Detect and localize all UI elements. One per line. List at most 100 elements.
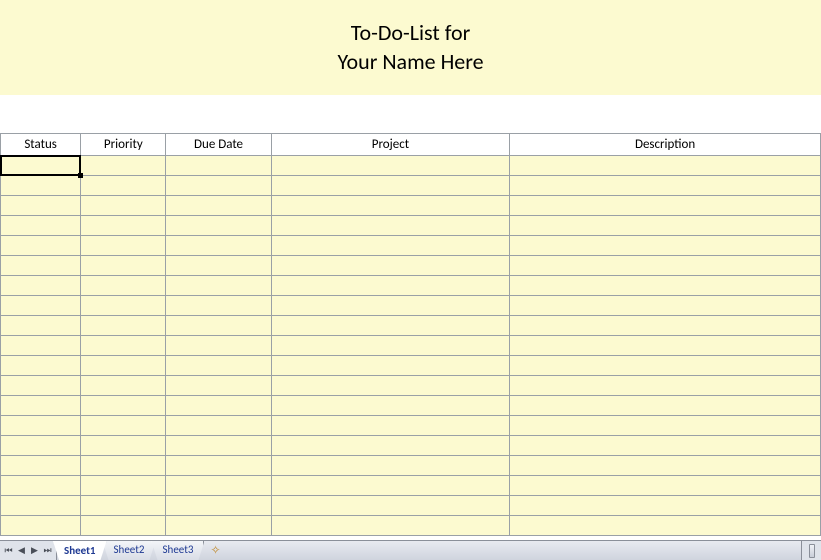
cell-duedate[interactable] [166, 296, 271, 316]
cell-description[interactable] [510, 236, 821, 256]
cell-description[interactable] [510, 456, 821, 476]
cell-project[interactable] [271, 296, 510, 316]
cell-project[interactable] [271, 196, 510, 216]
cell-duedate[interactable] [166, 276, 271, 296]
cell-project[interactable] [271, 496, 510, 516]
tab-sheet1[interactable]: Sheet1 [53, 541, 107, 560]
cell-project[interactable] [271, 456, 510, 476]
cell-priority[interactable] [81, 516, 166, 536]
cell-project[interactable] [271, 256, 510, 276]
col-header-description[interactable]: Description [510, 134, 821, 156]
nav-last-icon[interactable]: ⏭ [41, 542, 54, 560]
cell-project[interactable] [271, 336, 510, 356]
cell-description[interactable] [510, 356, 821, 376]
cell-description[interactable] [510, 376, 821, 396]
nav-prev-icon[interactable]: ◀ [15, 542, 28, 560]
cell-description[interactable] [510, 296, 821, 316]
cell-description[interactable] [510, 396, 821, 416]
scroll-thumb[interactable] [809, 544, 815, 558]
cell-priority[interactable] [81, 376, 166, 396]
cell-priority[interactable] [81, 396, 166, 416]
cell-duedate[interactable] [166, 356, 271, 376]
cell-project[interactable] [271, 236, 510, 256]
cell-project[interactable] [271, 396, 510, 416]
cell-priority[interactable] [81, 476, 166, 496]
cell-priority[interactable] [81, 436, 166, 456]
cell-duedate[interactable] [166, 176, 271, 196]
col-header-status[interactable]: Status [1, 134, 81, 156]
cell-description[interactable] [510, 416, 821, 436]
cell-duedate[interactable] [166, 416, 271, 436]
cell-status[interactable] [1, 256, 81, 276]
cell-description[interactable] [510, 216, 821, 236]
cell-priority[interactable] [81, 356, 166, 376]
tab-sheet2[interactable]: Sheet2 [103, 541, 156, 560]
cell-status[interactable] [1, 476, 81, 496]
cell-project[interactable] [271, 276, 510, 296]
cell-project[interactable] [271, 316, 510, 336]
cell-duedate[interactable] [166, 516, 271, 536]
cell-priority[interactable] [81, 236, 166, 256]
cell-status[interactable] [1, 176, 81, 196]
cell-status[interactable] [1, 276, 81, 296]
cell-status[interactable] [1, 436, 81, 456]
cell-description[interactable] [510, 516, 821, 536]
cell-duedate[interactable] [166, 316, 271, 336]
cell-description[interactable] [510, 436, 821, 456]
cell-duedate[interactable] [166, 376, 271, 396]
cell-project[interactable] [271, 176, 510, 196]
cell-description[interactable] [510, 316, 821, 336]
cell-duedate[interactable] [166, 156, 271, 176]
cell-status[interactable] [1, 376, 81, 396]
cell-duedate[interactable] [166, 336, 271, 356]
cell-status[interactable] [1, 196, 81, 216]
cell-duedate[interactable] [166, 216, 271, 236]
cell-priority[interactable] [81, 196, 166, 216]
cell-status[interactable] [1, 416, 81, 436]
col-header-priority[interactable]: Priority [81, 134, 166, 156]
cell-description[interactable] [510, 256, 821, 276]
cell-status[interactable] [1, 356, 81, 376]
cell-priority[interactable] [81, 416, 166, 436]
cell-status[interactable] [1, 156, 81, 176]
cell-description[interactable] [510, 336, 821, 356]
cell-priority[interactable] [81, 156, 166, 176]
cell-duedate[interactable] [166, 436, 271, 456]
cell-status[interactable] [1, 316, 81, 336]
cell-description[interactable] [510, 496, 821, 516]
cell-duedate[interactable] [166, 396, 271, 416]
horizontal-scroll[interactable] [801, 541, 821, 560]
cell-priority[interactable] [81, 336, 166, 356]
new-sheet-icon[interactable]: ✧ [206, 541, 224, 560]
cell-project[interactable] [271, 216, 510, 236]
cell-description[interactable] [510, 476, 821, 496]
cell-duedate[interactable] [166, 196, 271, 216]
cell-project[interactable] [271, 436, 510, 456]
cell-priority[interactable] [81, 256, 166, 276]
cell-description[interactable] [510, 176, 821, 196]
cell-status[interactable] [1, 456, 81, 476]
cell-priority[interactable] [81, 276, 166, 296]
tab-sheet3[interactable]: Sheet3 [151, 541, 204, 560]
nav-first-icon[interactable]: ⏮ [2, 542, 15, 560]
cell-priority[interactable] [81, 316, 166, 336]
cell-project[interactable] [271, 376, 510, 396]
cell-duedate[interactable] [166, 476, 271, 496]
cell-duedate[interactable] [166, 456, 271, 476]
cell-status[interactable] [1, 296, 81, 316]
cell-project[interactable] [271, 476, 510, 496]
col-header-project[interactable]: Project [271, 134, 510, 156]
cell-priority[interactable] [81, 456, 166, 476]
cell-status[interactable] [1, 496, 81, 516]
cell-status[interactable] [1, 236, 81, 256]
cell-description[interactable] [510, 276, 821, 296]
cell-duedate[interactable] [166, 256, 271, 276]
cell-status[interactable] [1, 336, 81, 356]
cell-priority[interactable] [81, 496, 166, 516]
cell-status[interactable] [1, 216, 81, 236]
cell-duedate[interactable] [166, 236, 271, 256]
cell-priority[interactable] [81, 176, 166, 196]
cell-duedate[interactable] [166, 496, 271, 516]
col-header-duedate[interactable]: Due Date [166, 134, 271, 156]
cell-project[interactable] [271, 416, 510, 436]
